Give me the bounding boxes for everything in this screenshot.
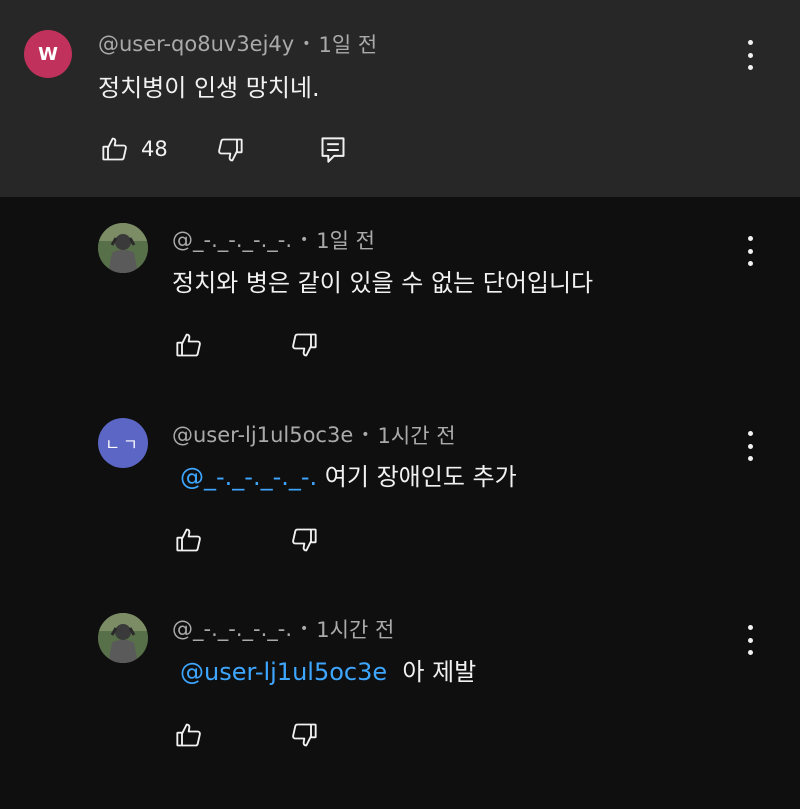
dislike-button[interactable] — [290, 526, 318, 554]
mention-link[interactable]: @user-lj1ul5oc3e — [180, 658, 387, 686]
comment-meta: @_-._-._-._-. • 1시간 전 — [172, 614, 394, 644]
like-button[interactable]: 48 — [101, 135, 168, 163]
meta-separator: • — [300, 621, 309, 637]
dislike-button[interactable] — [216, 136, 244, 164]
like-count: 48 — [141, 137, 168, 161]
comment-text: @_-._-._-._-. 여기 장애인도 추가 — [180, 457, 517, 492]
reply-icon — [321, 137, 345, 163]
like-button[interactable] — [175, 526, 203, 554]
comment-body: 아 제발 — [387, 658, 477, 686]
mention-link[interactable]: @_-._-._-._-. — [180, 463, 317, 491]
dislike-icon — [218, 138, 243, 162]
like-icon — [176, 528, 201, 552]
profile-photo-icon — [98, 613, 148, 663]
avatar[interactable]: W — [24, 30, 72, 78]
comment-meta: @_-._-._-._-. • 1일 전 — [172, 225, 375, 255]
more-options-icon[interactable] — [738, 625, 762, 655]
avatar[interactable] — [98, 613, 148, 663]
comment-text: 정치병이 인생 망치네. — [98, 74, 320, 102]
avatar[interactable] — [98, 223, 148, 273]
meta-separator: • — [300, 232, 309, 248]
avatar[interactable]: ㄴㄱ — [98, 418, 148, 468]
more-options-icon[interactable] — [738, 431, 762, 461]
comment-author[interactable]: @_-._-._-._-. — [172, 228, 292, 252]
comment-text: @user-lj1ul5oc3e 아 제발 — [180, 652, 476, 687]
like-button[interactable] — [175, 721, 203, 749]
comment-meta: @user-lj1ul5oc3e • 1시간 전 — [172, 420, 456, 450]
dislike-button[interactable] — [290, 721, 318, 749]
comment-time[interactable]: 1시간 전 — [378, 420, 456, 450]
comment-meta: @user-qo8uv3ej4y • 1일 전 — [98, 29, 377, 59]
like-icon — [176, 723, 201, 747]
comment-highlighted: W @user-qo8uv3ej4y • 1일 전 정치병이 인생 망치네. 4… — [0, 0, 800, 197]
like-icon — [176, 333, 201, 357]
meta-separator: • — [361, 427, 370, 443]
reply-button[interactable] — [320, 136, 346, 164]
comment-author[interactable]: @user-lj1ul5oc3e — [172, 423, 353, 447]
comment-time[interactable]: 1일 전 — [316, 225, 375, 255]
comment-time[interactable]: 1시간 전 — [316, 614, 394, 644]
comment-author[interactable]: @_-._-._-._-. — [172, 617, 292, 641]
like-button[interactable] — [175, 331, 203, 359]
more-options-icon[interactable] — [738, 40, 762, 70]
comment-text: 정치와 병은 같이 있을 수 없는 단어입니다 — [172, 269, 594, 297]
comment-body: 여기 장애인도 추가 — [317, 463, 517, 491]
dislike-icon — [292, 528, 317, 552]
meta-separator: • — [302, 36, 311, 52]
comment-author[interactable]: @user-qo8uv3ej4y — [98, 32, 294, 56]
profile-photo-icon — [98, 223, 148, 273]
more-options-icon[interactable] — [738, 236, 762, 266]
dislike-button[interactable] — [290, 331, 318, 359]
dislike-icon — [292, 333, 317, 357]
dislike-icon — [292, 723, 317, 747]
like-icon — [102, 137, 127, 161]
comment-time[interactable]: 1일 전 — [318, 29, 377, 59]
